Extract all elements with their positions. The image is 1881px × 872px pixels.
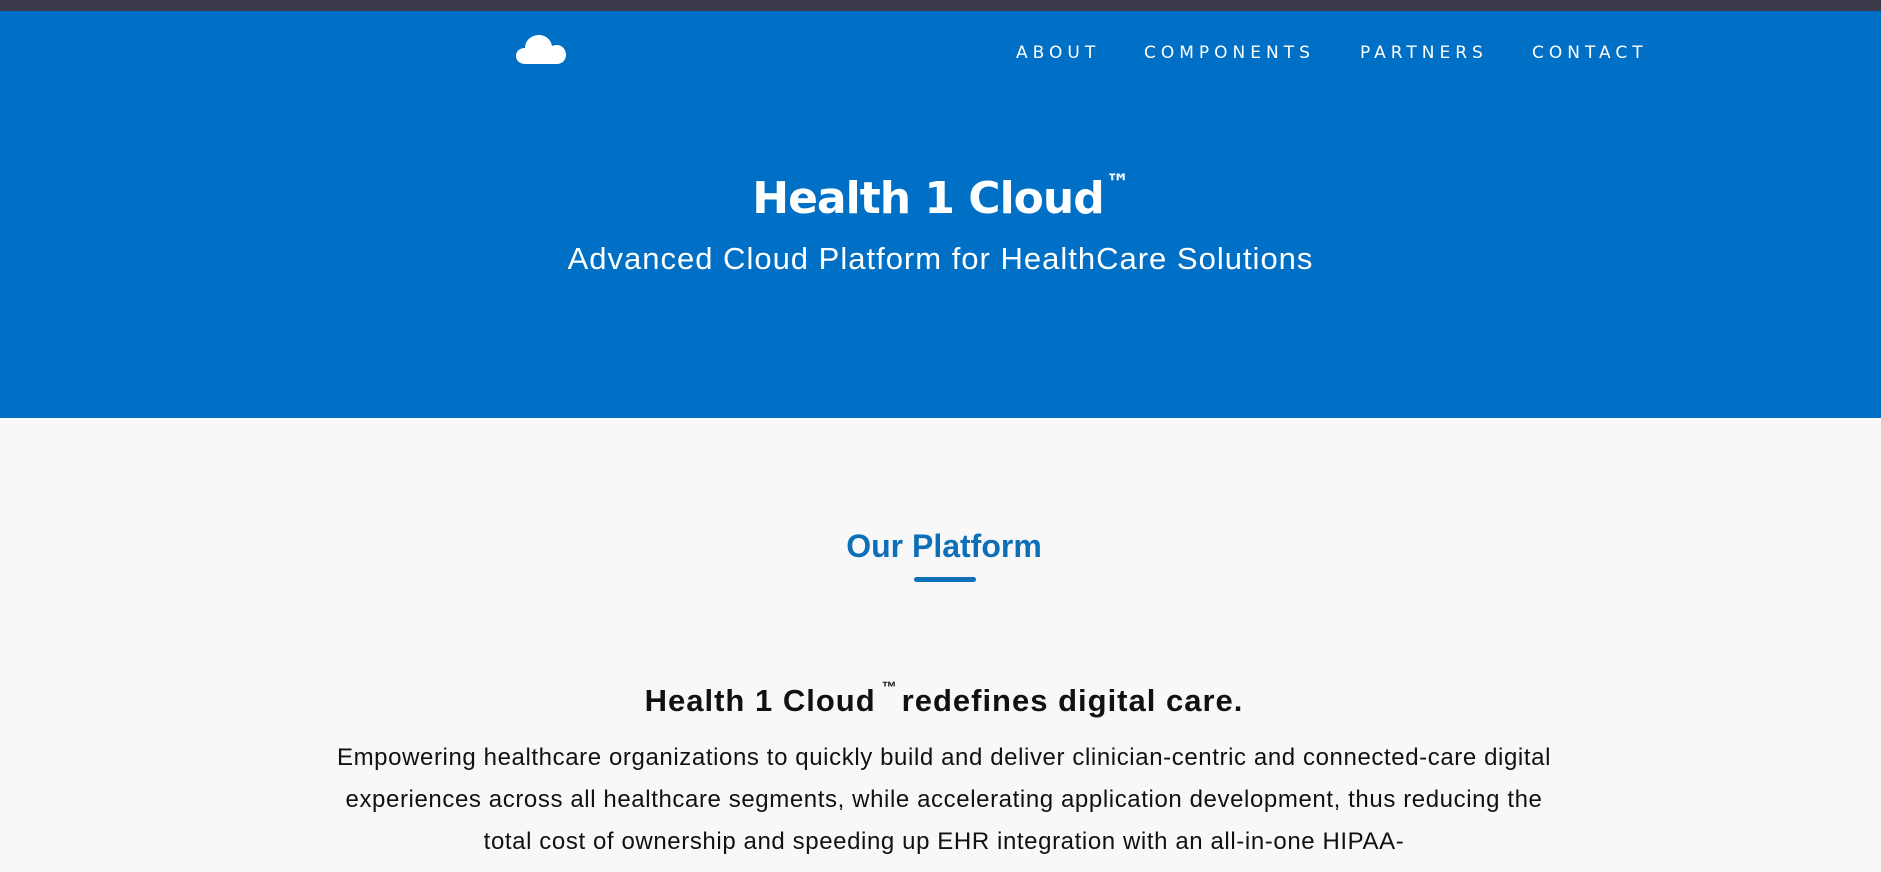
platform-tagline: Health 1 Cloud ™ redefines digital care. [0,668,1881,721]
tagline-name: Health 1 Cloud [644,683,876,718]
top-strip [0,0,1881,11]
tagline-trademark: ™ [881,679,898,696]
nav-link-components[interactable]: COMPONENTS [1144,42,1315,64]
cloud-icon[interactable] [516,32,566,66]
hero-title-text: Health 1 Cloud [752,173,1104,224]
nav-link-partners[interactable]: PARTNERS [1360,42,1488,64]
hero-title: Health 1 Cloud™ [0,156,1881,226]
hero-trademark: ™ [1105,169,1130,197]
tagline-rest: redefines digital care. [901,683,1244,718]
section-heading: Our Platform [846,528,1042,564]
hero-banner: ABOUT COMPONENTS PARTNERS CONTACT Health… [0,11,1881,418]
platform-description: Empowering healthcare organizations to q… [336,744,1552,855]
hero-subtitle: Advanced Cloud Platform for HealthCare S… [567,241,1314,276]
heading-underline [914,577,976,582]
nav-link-about[interactable]: ABOUT [1016,42,1100,64]
nav-link-contact[interactable]: CONTACT [1532,42,1648,64]
